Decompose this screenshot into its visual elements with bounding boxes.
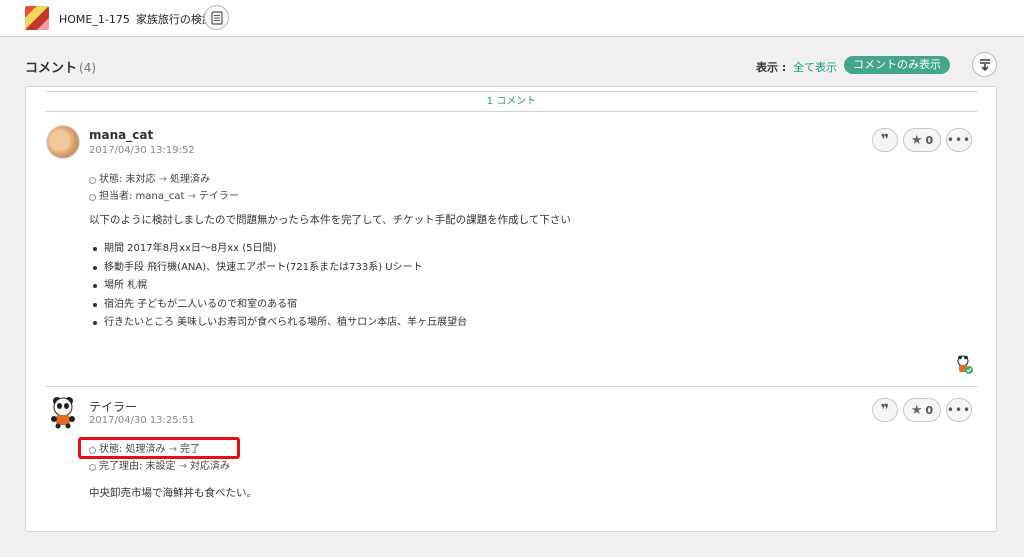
comment-bullet-list: 期間 2017年8月xx日～8月xx (5日間) 移動手段 飛行機(ANA)、快… — [93, 240, 467, 333]
sort-button[interactable] — [972, 52, 997, 77]
comment-timestamp[interactable]: 2017/04/30 13:19:52 — [89, 145, 195, 156]
show-comments-only-button[interactable]: コメントのみ表示 — [844, 56, 950, 74]
star-icon: ★ — [910, 132, 923, 148]
change-item: 状態: 未対応 → 処理済み — [89, 171, 239, 188]
list-item: 行きたいところ 美味しいお寿司が食べられる場所、植サロン本店、羊ヶ丘展望台 — [93, 314, 467, 333]
change-item: 完了理由: 未設定 → 対応済み — [89, 458, 230, 475]
quote-icon: ❞ — [880, 132, 890, 148]
change-log: 状態: 未対応 → 処理済み 担当者: mana_cat → テイラー — [89, 171, 239, 205]
star-count: 0 — [925, 403, 934, 417]
more-button[interactable]: ••• — [946, 128, 972, 152]
display-label: 表示 : — [756, 61, 787, 74]
quote-button[interactable]: ❞ — [872, 128, 898, 152]
comment-text: 以下のように検討しましたので問題無かったら本件を完了して、チケット手配の課題を作… — [89, 214, 571, 226]
comment-divider — [46, 386, 977, 387]
comment-timestamp[interactable]: 2017/04/30 13:25:51 — [89, 415, 195, 426]
comments-heading: コメント (4) — [25, 57, 96, 76]
comments-panel: 1 コメント mana_cat 2017/04/30 13:19:52 ❞ ★ 0… — [25, 86, 997, 532]
comment-username[interactable]: mana_cat — [89, 128, 153, 142]
sort-down-icon — [979, 58, 990, 71]
quote-button[interactable]: ❞ — [872, 398, 898, 422]
comment-count-bar[interactable]: 1 コメント — [46, 91, 977, 112]
star-button[interactable]: ★ 0 — [903, 128, 941, 152]
issue-header: HOME_1-175 家族旅行の検討 — [0, 0, 1024, 37]
change-item: 担当者: mana_cat → テイラー — [89, 188, 239, 205]
comment-username[interactable]: テイラー — [89, 398, 137, 415]
avatar[interactable] — [46, 125, 80, 159]
show-all-link[interactable]: 全て表示 — [793, 59, 837, 75]
comment-actions: ❞ ★ 0 ••• — [872, 398, 972, 422]
star-count: 0 — [925, 133, 934, 147]
list-item: 場所 札幌 — [93, 277, 467, 296]
list-item: 期間 2017年8月xx日～8月xx (5日間) — [93, 240, 467, 259]
reaction-stamp-icon[interactable] — [956, 355, 974, 375]
avatar[interactable] — [46, 395, 80, 429]
comments-title: コメント — [25, 61, 78, 76]
issue-title: HOME_1-175 家族旅行の検討 — [59, 11, 213, 27]
project-avatar-icon[interactable] — [25, 6, 49, 30]
status-change-highlight — [78, 437, 240, 459]
document-icon — [210, 10, 223, 25]
more-icon: ••• — [946, 403, 972, 417]
document-button[interactable] — [204, 5, 229, 30]
comment-actions: ❞ ★ 0 ••• — [872, 128, 972, 152]
star-icon: ★ — [910, 402, 923, 418]
star-button[interactable]: ★ 0 — [903, 398, 941, 422]
more-button[interactable]: ••• — [946, 398, 972, 422]
issue-summary: 家族旅行の検討 — [135, 13, 213, 26]
list-item: 宿泊先 子どもが二人いるので和室のある宿 — [93, 296, 467, 315]
issue-key[interactable]: HOME_1-175 — [59, 13, 130, 26]
comments-count: (4) — [79, 61, 97, 75]
comment-text: 中央卸売市場で海鮮丼も食べたい。 — [89, 487, 257, 499]
more-icon: ••• — [946, 133, 972, 147]
quote-icon: ❞ — [880, 402, 890, 418]
list-item: 移動手段 飛行機(ANA)、快速エアポート(721系または733系) Uシート — [93, 259, 467, 278]
